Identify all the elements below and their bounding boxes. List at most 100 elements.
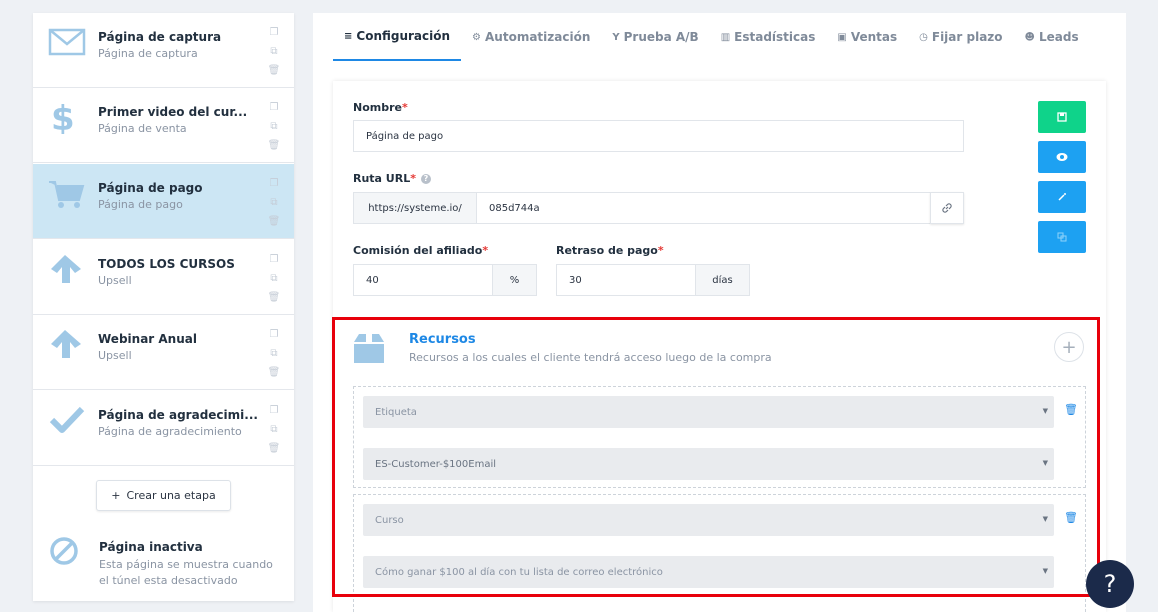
tab-configuracion[interactable]: ≡ Configuración <box>333 13 462 61</box>
step-title: Página de pago <box>98 181 203 195</box>
duplicate-icon[interactable]: ❐ <box>266 254 282 273</box>
money-icon: ▣ <box>837 31 847 43</box>
caret-down-icon: ▼ <box>1042 567 1048 575</box>
duplicate-icon[interactable]: ❐ <box>266 405 282 424</box>
percent-addon: % <box>492 264 537 296</box>
add-resource-button[interactable]: + <box>1054 332 1084 362</box>
funnel-steps-sidebar: Página de captura Página de captura ❐ ⧉ … <box>33 13 294 601</box>
delay-label: Retraso de pago* <box>556 244 664 257</box>
step-sales-page[interactable]: $ Primer video del cur... Página de vent… <box>33 88 294 163</box>
trash-icon[interactable]: 🗑 <box>1064 511 1078 524</box>
trash-icon[interactable]: 🗑 <box>266 216 282 235</box>
check-icon <box>49 406 85 433</box>
trash-icon[interactable]: 🗑 <box>266 292 282 311</box>
copy-link-icon[interactable]: ⧉ <box>266 424 282 443</box>
trash-icon[interactable]: 🗑 <box>1064 403 1078 416</box>
url-path-input[interactable]: 085d744a <box>476 192 931 224</box>
trash-icon[interactable]: 🗑 <box>266 443 282 462</box>
copy-link-icon[interactable]: ⧉ <box>266 46 282 65</box>
envelope-icon <box>48 28 86 56</box>
arrow-up-icon <box>51 255 81 283</box>
duplicate-icon[interactable]: ❐ <box>266 178 282 197</box>
copy-icon <box>1057 232 1067 242</box>
trash-icon[interactable]: 🗑 <box>266 140 282 159</box>
step-thank-you-page[interactable]: Página de agradecimi... Página de agrade… <box>33 391 294 466</box>
tab-fijar-plazo[interactable]: ◷ Fijar plazo <box>908 13 1013 61</box>
step-title: Página de captura <box>98 30 222 44</box>
delay-input[interactable]: 30 <box>556 264 696 296</box>
step-title: TODOS LOS CURSOS <box>98 257 235 271</box>
resource-type-select[interactable]: Etiqueta ▼ <box>363 396 1054 428</box>
resource-type-select[interactable]: Curso ▼ <box>363 504 1054 536</box>
resources-title: Recursos <box>409 332 476 347</box>
bar-chart-icon: ▥ <box>720 31 731 43</box>
duplicate-icon[interactable]: ❐ <box>266 102 282 121</box>
help-icon[interactable]: ? <box>421 174 431 184</box>
resource-value-select[interactable]: ES-Customer-$100Email ▼ <box>363 448 1054 480</box>
step-subtitle: Página de agradecimiento <box>98 425 242 438</box>
step-capture-page[interactable]: Página de captura Página de captura ❐ ⧉ … <box>33 13 294 88</box>
copy-link-icon[interactable]: ⧉ <box>266 197 282 216</box>
step-title: Webinar Anual <box>98 332 197 346</box>
trash-icon[interactable]: 🗑 <box>266 65 282 84</box>
step-payment-page[interactable]: Página de pago Página de pago ❐ ⧉ 🗑 <box>33 164 294 239</box>
step-subtitle: Página de pago <box>98 198 183 211</box>
svg-text:$: $ <box>51 100 75 134</box>
preview-button[interactable] <box>1038 141 1086 173</box>
days-addon: días <box>695 264 750 296</box>
step-settings-panel: ≡ Configuración ⚙ Automatización Y Prueb… <box>313 13 1126 612</box>
commission-label: Comisión del afiliado* <box>353 244 489 257</box>
duplicate-icon[interactable]: ❐ <box>266 329 282 348</box>
step-subtitle: Página de venta <box>98 122 187 135</box>
step-upsell-webinar[interactable]: Webinar Anual Upsell ❐ ⧉ 🗑 <box>33 315 294 390</box>
save-button[interactable] <box>1038 101 1086 133</box>
name-label: Nombre* <box>353 101 408 114</box>
tab-leads[interactable]: ☻ Leads <box>1014 13 1090 61</box>
step-subtitle: Página de captura <box>98 47 198 60</box>
magic-wand-icon <box>1058 193 1066 201</box>
copy-link-icon[interactable]: ⧉ <box>266 348 282 367</box>
inactive-description: Esta página se muestra cuando el túnel e… <box>99 558 273 587</box>
list-icon: ≡ <box>344 30 353 42</box>
commission-input[interactable]: 40 <box>353 264 493 296</box>
dollar-icon: $ <box>51 100 75 134</box>
tab-automatizacion[interactable]: ⚙ Automatización <box>461 13 601 61</box>
step-title: Página de agradecimi... <box>98 408 258 422</box>
edit-page-button[interactable] <box>1038 181 1086 213</box>
save-icon <box>1057 112 1067 122</box>
settings-tabs: ≡ Configuración ⚙ Automatización Y Prueb… <box>333 13 1090 61</box>
copy-link-icon[interactable]: ⧉ <box>266 273 282 292</box>
tab-ventas[interactable]: ▣ Ventas <box>826 13 908 61</box>
link-icon[interactable] <box>930 192 964 224</box>
step-title: Primer video del cur... <box>98 105 248 119</box>
step-subtitle: Upsell <box>98 349 132 362</box>
tab-estadisticas[interactable]: ▥ Estadísticas <box>710 13 827 61</box>
create-step-label: Crear una etapa <box>126 489 216 502</box>
ban-icon <box>50 537 78 565</box>
step-subtitle: Upsell <box>98 274 132 287</box>
trash-icon[interactable]: 🗑 <box>266 367 282 386</box>
url-label: Ruta URL*? <box>353 172 431 185</box>
caret-down-icon: ▼ <box>1042 515 1048 523</box>
users-icon: ☻ <box>1024 31 1035 43</box>
name-input[interactable]: Página de pago <box>353 120 964 152</box>
caret-down-icon: ▼ <box>1042 407 1048 415</box>
configuration-card: Nombre* Página de pago Ruta URL*? https:… <box>333 81 1106 612</box>
caret-down-icon: ▼ <box>1042 459 1048 467</box>
copy-page-button[interactable] <box>1038 221 1086 253</box>
resource-value-select[interactable]: Cómo ganar $100 al día con tu lista de c… <box>363 556 1054 588</box>
copy-link-icon[interactable]: ⧉ <box>266 121 282 140</box>
resource-group: Etiqueta ▼ 🗑 ES-Customer-$100Email ▼ <box>353 386 1086 488</box>
resource-group: Curso ▼ 🗑 Cómo ganar $100 al día con tu l… <box>353 494 1086 612</box>
clock-icon: ◷ <box>919 31 928 43</box>
step-upsell-courses[interactable]: TODOS LOS CURSOS Upsell ❐ ⧉ 🗑 <box>33 240 294 315</box>
cart-icon <box>49 181 85 208</box>
create-step-button[interactable]: + Crear una etapa <box>96 480 231 511</box>
help-button[interactable]: ? <box>1086 560 1134 608</box>
eye-icon <box>1056 153 1068 161</box>
duplicate-icon[interactable]: ❐ <box>266 27 282 46</box>
tab-prueba-ab[interactable]: Y Prueba A/B <box>601 13 709 61</box>
split-icon: Y <box>612 31 620 43</box>
arrow-up-icon <box>51 330 81 358</box>
gears-icon: ⚙ <box>472 31 482 43</box>
